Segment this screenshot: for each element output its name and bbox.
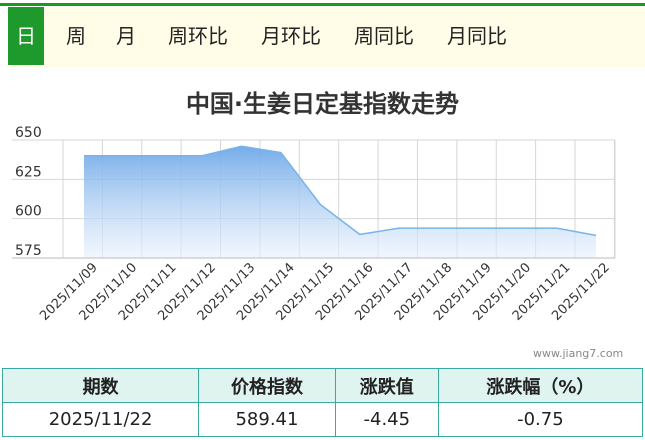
table-header-change-percent: 涨跌幅（%）	[437, 368, 644, 403]
table-header-period: 期数	[1, 368, 200, 403]
table-header-change-value: 涨跌值	[334, 368, 439, 403]
tab-week[interactable]: 周	[66, 7, 86, 65]
watermark: www.jiang7.com	[533, 347, 624, 360]
table-header-price-index: 价格指数	[198, 368, 336, 403]
cell-change-percent: -0.75	[437, 402, 644, 437]
y-tick-label: 650	[15, 125, 42, 141]
chart-title: 中国·生姜日定基指数走势	[185, 90, 460, 118]
cell-period: 2025/11/22	[1, 402, 200, 437]
period-tab-bar: 日 周 月 周环比 月环比 周同比 月同比	[8, 7, 645, 67]
cell-price-index: 589.41	[198, 402, 336, 437]
series-area	[84, 146, 596, 258]
top-accent-line	[0, 3, 645, 6]
table-header-row: 期数 价格指数 涨跌值 涨跌幅（%）	[1, 368, 644, 403]
cell-change-value: -4.45	[334, 402, 439, 437]
tab-month-year-on-year[interactable]: 月同比	[447, 7, 507, 65]
y-tick-label: 575	[15, 243, 42, 259]
table-row: 2025/11/22 589.41 -4.45 -0.75	[1, 402, 644, 437]
tab-week-year-on-year[interactable]: 周同比	[354, 7, 414, 65]
tab-month-on-month[interactable]: 月环比	[261, 7, 321, 65]
latest-index-table: 期数 价格指数 涨跌值 涨跌幅（%） 2025/11/22 589.41 -4.…	[1, 368, 644, 437]
tab-week-on-week[interactable]: 周环比	[168, 7, 228, 65]
y-tick-label: 600	[15, 204, 42, 220]
y-tick-label: 625	[15, 164, 42, 180]
price-index-chart: 5756006256502025/11/092025/11/102025/11/…	[12, 125, 616, 324]
tab-month[interactable]: 月	[116, 7, 136, 65]
tab-day[interactable]: 日	[8, 7, 44, 65]
